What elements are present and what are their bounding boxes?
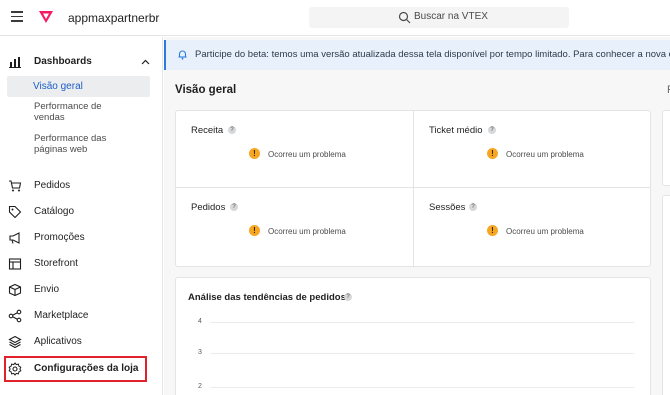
y-tick-label: 4 [198, 318, 202, 325]
sidebar-item-pedidos[interactable]: Pedidos [0, 174, 163, 198]
bar-chart-icon [9, 57, 21, 68]
tag-icon [8, 205, 22, 219]
help-icon[interactable]: ? [228, 126, 236, 134]
metric-title: Receita [191, 125, 224, 136]
sidebar-item-dashboards[interactable]: Dashboards [0, 50, 163, 74]
trend-title: Análise das tendências de pedidos [188, 292, 346, 303]
top-bar: appmaxpartnerbr Buscar na VTEX [0, 0, 670, 36]
error-message: Ocorreu um problema [506, 150, 584, 159]
sidebar-item-label: Catálogo [34, 206, 75, 217]
metric-sessoes: Sessões ? ! Ocorreu um problema [414, 188, 651, 265]
storefront-icon [8, 258, 22, 270]
y-tick-label: 2 [198, 383, 202, 390]
warning-icon: ! [249, 148, 260, 159]
sidebar-item-marketplace[interactable]: Marketplace [0, 304, 163, 328]
metric-pedidos: Pedidos ? ! Ocorreu um problema [176, 188, 413, 265]
warning-icon: ! [487, 225, 498, 236]
sidebar-item-label: Pedidos [34, 180, 71, 191]
grid-line [210, 387, 634, 388]
sidebar-subitem-performance-vendas[interactable]: Performance de vendas [34, 101, 134, 123]
sidebar-item-catalogo[interactable]: Catálogo [0, 200, 163, 224]
error-message: Ocorreu um problema [268, 150, 346, 159]
sidebar-item-label: Promoções [34, 232, 85, 243]
metric-title: Ticket médio [429, 125, 483, 136]
sidebar-item-promocoes[interactable]: Promoções [0, 226, 163, 250]
help-icon[interactable]: ? [488, 126, 496, 134]
sidebar-item-label: Aplicativos [34, 336, 82, 347]
main-content: Participe do beta: temos uma versão atua… [164, 37, 670, 395]
page-title: Visão geral [175, 84, 237, 96]
grid-line [210, 322, 634, 323]
account-name[interactable]: appmaxpartnerbr [68, 11, 159, 25]
sidebar-item-storefront[interactable]: Storefront [0, 252, 163, 276]
sidebar-subitem-performance-paginas[interactable]: Performance das páginas web [34, 133, 134, 155]
y-tick-label: 3 [198, 349, 202, 356]
sidebar-item-label: Envio [34, 284, 60, 295]
sidebar-item-label: Storefront [34, 258, 78, 269]
sidebar-item-label: Dashboards [34, 56, 92, 67]
warning-icon: ! [487, 148, 498, 159]
menu-icon[interactable] [11, 11, 23, 23]
metric-ticket-medio: Ticket médio ? ! Ocorreu um problema [414, 111, 651, 188]
cart-icon [9, 180, 22, 192]
metrics-card: Receita ? ! Ocorreu um problema Ticket m… [175, 110, 651, 267]
metric-title: Sessões [429, 202, 466, 213]
help-icon[interactable]: ? [344, 293, 352, 301]
side-card [662, 110, 670, 186]
search-icon [398, 11, 411, 24]
help-icon[interactable]: ? [230, 203, 238, 211]
search-input[interactable]: Buscar na VTEX [309, 7, 569, 28]
vtex-logo-icon[interactable] [38, 9, 54, 25]
error-message: Ocorreu um problema [268, 227, 346, 236]
bell-icon [178, 50, 187, 60]
layers-icon [8, 335, 22, 349]
sidebar: Dashboards Visão geral Performance de ve… [0, 37, 163, 395]
chevron-up-icon[interactable] [141, 58, 150, 67]
highlight-box [4, 356, 147, 382]
sidebar-item-label: Marketplace [34, 310, 89, 321]
search-placeholder: Buscar na VTEX [414, 11, 488, 22]
sidebar-item-aplicativos[interactable]: Aplicativos [0, 330, 163, 354]
metric-receita: Receita ? ! Ocorreu um problema [176, 111, 413, 188]
sidebar-subitem-label: Visão geral [33, 81, 83, 92]
beta-banner: Participe do beta: temos uma versão atua… [164, 40, 670, 70]
side-card [662, 195, 670, 395]
grid-line [210, 353, 634, 354]
sidebar-subitem-visao-geral[interactable]: Visão geral [7, 76, 150, 97]
sidebar-item-envio[interactable]: Envio [0, 278, 163, 302]
share-network-icon [8, 309, 22, 323]
help-icon[interactable]: ? [469, 203, 477, 211]
trend-chart-card: Análise das tendências de pedidos ? 4 3 … [175, 277, 651, 395]
error-message: Ocorreu um problema [506, 227, 584, 236]
box-icon [8, 283, 22, 297]
megaphone-icon [9, 232, 20, 244]
metric-title: Pedidos [191, 202, 226, 213]
banner-text: Participe do beta: temos uma versão atua… [195, 49, 670, 60]
warning-icon: ! [249, 225, 260, 236]
